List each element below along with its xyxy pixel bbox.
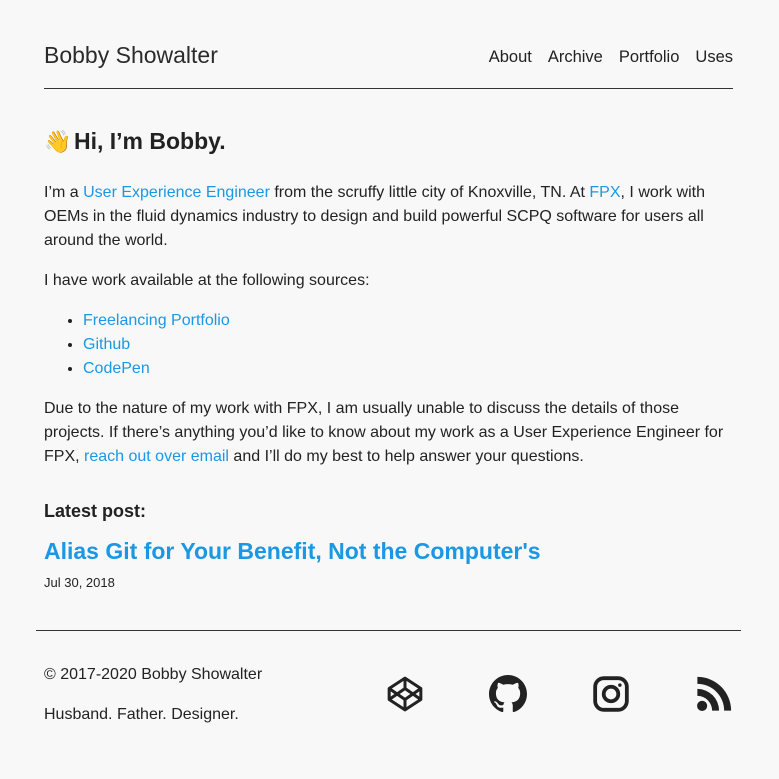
intro-text-a: I’m a	[44, 184, 84, 201]
list-item: Freelancing Portfolio	[83, 309, 230, 333]
codepen-link[interactable]: CodePen	[83, 360, 150, 377]
github-icon[interactable]	[489, 675, 527, 713]
latest-post-date: Jul 30, 2018	[44, 575, 115, 590]
site-header: Bobby Showalter About Archive Portfolio …	[44, 36, 733, 89]
contact-paragraph: Due to the nature of my work with FPX, I…	[44, 397, 739, 469]
contact-text-b: and I’ll do my best to help answer your …	[228, 448, 584, 465]
rss-icon[interactable]	[695, 675, 733, 713]
site-title-link[interactable]: Bobby Showalter	[44, 42, 218, 69]
site-footer: © 2017-2020 Bobby Showalter Husband. Fat…	[36, 630, 741, 771]
greeting-heading: 👋 Hi, I’m Bobby.	[44, 128, 226, 155]
codepen-icon[interactable]	[386, 675, 424, 713]
intro-paragraph: I’m a User Experience Engineer from the …	[44, 181, 739, 253]
wave-emoji-icon: 👋	[44, 128, 72, 154]
sources-list: Freelancing Portfolio Github CodePen	[44, 309, 230, 381]
freelancing-portfolio-link[interactable]: Freelancing Portfolio	[83, 312, 230, 329]
intro-text-b: from the scruffy little city of Knoxvill…	[269, 184, 590, 201]
nav-uses[interactable]: Uses	[695, 48, 733, 67]
company-link[interactable]: FPX	[589, 184, 620, 201]
github-link[interactable]: Github	[83, 336, 130, 353]
main-nav: About Archive Portfolio Uses	[489, 48, 733, 67]
latest-post-label: Latest post:	[44, 501, 147, 521]
list-item: CodePen	[83, 357, 230, 381]
nav-about[interactable]: About	[489, 48, 532, 67]
tagline-text: Husband. Father. Designer.	[44, 706, 239, 723]
copyright-text: © 2017-2020 Bobby Showalter	[44, 666, 263, 683]
email-link[interactable]: reach out over email	[84, 448, 229, 465]
sources-intro: I have work available at the following s…	[44, 272, 370, 289]
nav-portfolio[interactable]: Portfolio	[619, 48, 680, 67]
role-link[interactable]: User Experience Engineer	[83, 184, 270, 201]
latest-post-title-link[interactable]: Alias Git for Your Benefit, Not the Comp…	[44, 538, 541, 565]
list-item: Github	[83, 333, 230, 357]
instagram-icon[interactable]	[592, 675, 630, 713]
nav-archive[interactable]: Archive	[548, 48, 603, 67]
greeting-text: Hi, I’m Bobby.	[74, 128, 226, 154]
